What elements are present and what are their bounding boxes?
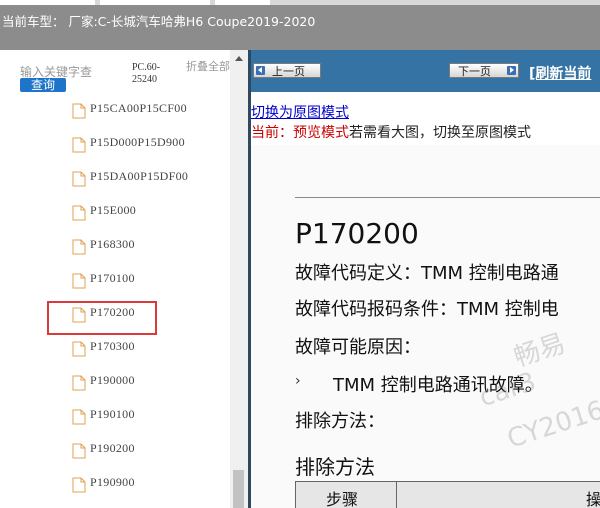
doc-method-2: 排除方法 [295,455,375,479]
mode-hint: 若需看大图，切换至原图模式 [349,125,531,141]
doc-code-title: P170200 [295,217,419,250]
tree-item[interactable]: P170100 [72,265,222,295]
table-divider [396,482,397,508]
tree-item[interactable]: P190000 [72,367,222,397]
document-icon [72,477,86,497]
tree-item[interactable]: P168300 [72,231,222,261]
document-icon [72,341,86,361]
arrow-right-icon [507,66,516,75]
tree-item-label: P170300 [90,339,135,353]
top-tab-3[interactable] [215,0,270,5]
prev-page-label: 上一页 [272,65,305,78]
scroll-up-icon[interactable] [235,56,243,61]
prev-page-button[interactable]: 上一页 [253,63,321,78]
tree-item[interactable]: P190200 [72,435,222,465]
document-icon [72,137,86,157]
switch-original-mode-link[interactable]: 切换为原图模式 [251,102,349,122]
doc-table-header: 步骤 操 [295,481,600,508]
document-icon [72,273,86,293]
tree-item-label: P190000 [90,373,135,387]
tree-item-label: P170100 [90,271,135,285]
document-icon [72,103,86,123]
mode-note: 当前：预览模式若需看大图，切换至原图模式 [251,122,531,142]
selected-highlight [47,301,157,335]
next-page-label: 下一页 [458,65,491,78]
doc-condition: 故障代码报码条件：TMM 控制电 [295,299,559,320]
tree-item[interactable]: P190900 [72,469,222,499]
tree-item-label: P190200 [90,441,135,455]
document-icon [72,205,86,225]
tree-item[interactable]: P15CA00P15CF00 [72,95,222,125]
watermark-3: CY2016 [503,395,600,455]
refresh-link[interactable]: [刷新当前 [529,63,591,83]
document-icon [72,443,86,463]
doc-method-1: 排除方法： [295,411,385,432]
doc-definition: 故障代码定义：TMM 控制电路通 [295,263,559,284]
scroll-thumb[interactable] [233,470,244,508]
top-bar: 当前车型： 厂家:C-长城汽车哈弗H6 Coupe2019-2020 [0,0,600,50]
query-button[interactable]: 查询 [20,78,66,92]
pc-version: PC.60-25240 [132,62,161,85]
tree-item-label: P190100 [90,407,135,421]
watermark-1: 畅易 [510,328,570,374]
arrow-left-icon [256,66,265,75]
document-preview: P170200 故障代码定义：TMM 控制电路通 故障代码报码条件：TMM 控制… [251,145,600,508]
tree-item-label: P168300 [90,237,135,251]
car-model-title: 当前车型： 厂家:C-长城汽车哈弗H6 Coupe2019-2020 [2,14,316,29]
bullet-icon: › [295,373,301,389]
nav-toolbar: 上一页 下一页 [刷新当前 [251,50,600,92]
document-icon [72,409,86,429]
tree-item-label: P15CA00P15CF00 [90,101,187,115]
mode-current: 当前：预览模式 [251,125,349,141]
document-icon [72,171,86,191]
sidebar: 输入关键字查 查询 PC.60-25240 折叠全部 P15CA00P15CF0… [0,50,248,508]
tree-item[interactable]: P15D000P15D900 [72,129,222,159]
top-strip [0,0,600,5]
table-header-step: 步骤 [326,490,359,508]
tree-item-label: P190900 [90,475,135,489]
collapse-all-link[interactable]: 折叠全部 [186,61,230,73]
doc-causes-title: 故障可能原因： [295,337,421,358]
doc-rule [295,197,600,198]
top-tab-1[interactable] [0,0,95,5]
document-icon [72,375,86,395]
content-pane: 上一页 下一页 [刷新当前 切换为原图模式 当前：预览模式若需看大图，切换至原图… [251,50,600,508]
document-icon [72,239,86,259]
next-page-button[interactable]: 下一页 [449,63,519,78]
sidebar-scrollbar[interactable] [230,50,248,508]
top-tab-2[interactable] [100,0,210,5]
tree-item-label: P15D000P15D900 [90,135,185,149]
tree-item-label: P15E000 [90,203,137,217]
tree-item-label: P15DA00P15DF00 [90,169,189,183]
table-header-op: 操 [586,490,600,508]
tree-item[interactable]: P15E000 [72,197,222,227]
tree-item[interactable]: P190100 [72,401,222,431]
tree-item[interactable]: P15DA00P15DF00 [72,163,222,193]
tree-item[interactable]: P170300 [72,333,222,363]
